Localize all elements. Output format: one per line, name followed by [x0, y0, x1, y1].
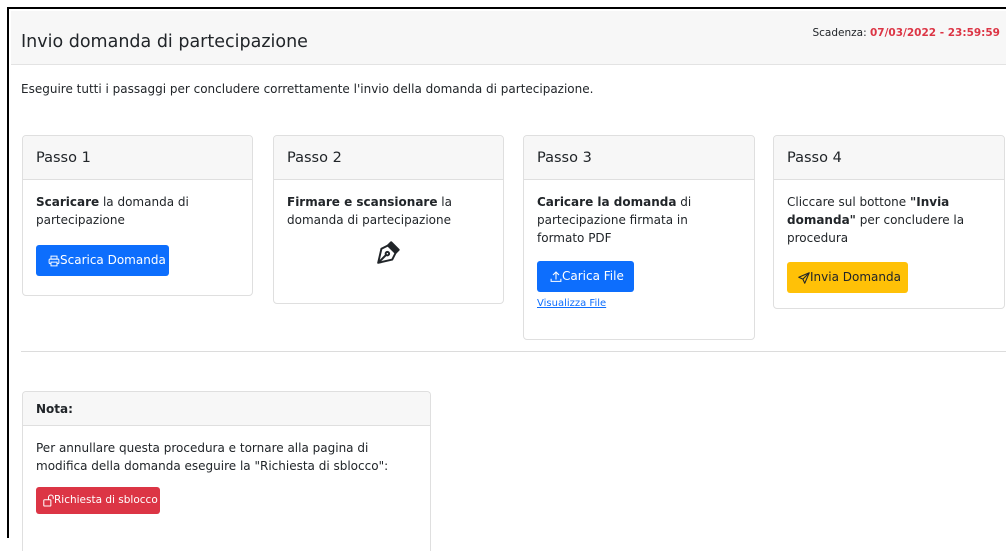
unlock-request-button[interactable]: Richiesta di sblocco — [36, 487, 160, 514]
deadline: Scadenza: 07/03/2022 - 23:59:59 — [812, 27, 1000, 39]
main-panel: Invio domanda di partecipazione Scadenza… — [7, 7, 1006, 551]
upload-icon — [550, 271, 562, 282]
page-title: Invio domanda di partecipazione — [21, 32, 308, 52]
step-title: Passo 1 — [23, 136, 252, 180]
upload-file-label: Carica File — [562, 269, 624, 283]
step-body: Scaricare la domanda di partecipazione S… — [23, 180, 252, 289]
step-title: Passo 4 — [774, 136, 1004, 180]
step-body: Firmare e scansionare la domanda di part… — [274, 180, 503, 283]
unlock-request-label: Richiesta di sblocco — [54, 494, 158, 506]
printer-icon — [48, 255, 60, 266]
upload-file-button[interactable]: Carica File — [537, 261, 634, 292]
section-divider — [21, 351, 1006, 352]
step-card-1: Passo 1 Scaricare la domanda di partecip… — [22, 135, 253, 296]
send-icon — [798, 271, 810, 284]
deadline-value: 07/03/2022 - 23:59:59 — [869, 27, 1000, 39]
step-card-3: Passo 3 Caricare la domanda di partecipa… — [523, 135, 755, 340]
page-header: Invio domanda di partecipazione Scadenza… — [11, 11, 1006, 65]
download-application-label: Scarica Domanda — [60, 253, 166, 267]
step-bold-text: Caricare la domanda — [537, 195, 677, 209]
intro-text: Eseguire tutti i passaggi per concludere… — [21, 82, 594, 96]
submit-application-button[interactable]: Invia Domanda — [787, 262, 908, 293]
note-card: Nota: Per annullare questa procedura e t… — [22, 391, 431, 551]
pen-nib-icon — [376, 241, 400, 264]
step-body: Cliccare sul bottone "Invia domanda" per… — [774, 180, 1004, 306]
step-card-2: Passo 2 Firmare e scansionare la domanda… — [273, 135, 504, 304]
download-application-button[interactable]: Scarica Domanda — [36, 245, 169, 276]
note-body: Per annullare questa procedura e tornare… — [23, 426, 430, 527]
step-body: Caricare la domanda di partecipazione fi… — [524, 180, 754, 326]
step-text-before: Cliccare sul bottone — [787, 195, 910, 209]
note-title: Nota: — [23, 392, 430, 426]
step-card-4: Passo 4 Cliccare sul bottone "Invia doma… — [773, 135, 1005, 309]
step-title: Passo 2 — [274, 136, 503, 180]
deadline-label: Scadenza: — [812, 27, 867, 39]
note-text: Per annullare questa procedura e tornare… — [36, 441, 389, 473]
step-title: Passo 3 — [524, 136, 754, 180]
view-file-link[interactable]: Visualizza File — [537, 298, 606, 309]
unlock-icon — [43, 494, 54, 507]
step-bold-text: Scaricare — [36, 195, 100, 209]
submit-application-label: Invia Domanda — [810, 270, 901, 284]
step-bold-text: Firmare e scansionare — [287, 195, 438, 209]
